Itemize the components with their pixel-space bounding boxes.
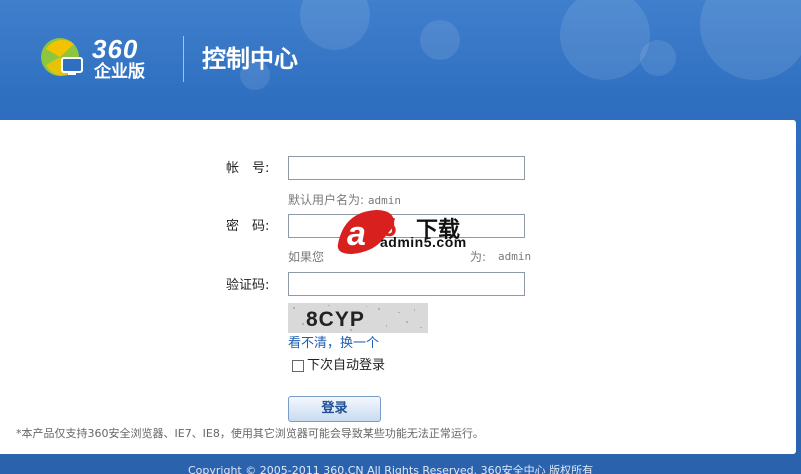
password-hint-prefix: 如果您 [288, 250, 325, 264]
bubble-decor [700, 0, 801, 80]
auto-login-checkbox[interactable] [292, 360, 304, 372]
brand-edition: 企业版 [94, 62, 145, 82]
captcha-text: 8CYP [306, 308, 365, 331]
watermark-site: admin5.com [380, 234, 467, 250]
refresh-captcha-link[interactable]: 看不清，换一个 [288, 336, 379, 352]
bubble-decor [420, 20, 460, 60]
brand-number: 360 [92, 34, 139, 64]
captcha-image[interactable]: 8CYP [288, 303, 428, 333]
bubble-decor [640, 40, 676, 76]
captcha-label: 验证码: [226, 278, 270, 293]
captcha-input[interactable] [288, 272, 525, 296]
browser-notice: *本产品仅支持360安全浏览器、IE7、IE8，使用其它浏览器可能会导致某些功能… [16, 427, 484, 440]
account-input[interactable] [288, 156, 525, 180]
copyright-text: Copyright © 2005-2011 360.CN All Rights … [188, 464, 594, 474]
password-label: 密 码: [226, 219, 270, 234]
auto-login-label: 下次自动登录 [307, 358, 386, 373]
account-label: 帐 号: [226, 161, 270, 176]
bubble-decor [560, 0, 650, 80]
watermark-glyph-a: a [347, 215, 366, 253]
logo-360-icon [41, 38, 83, 76]
bubble-decor [300, 0, 370, 50]
header-banner: 360 企业版 控制中心 [0, 0, 801, 120]
page-title: 控制中心 [202, 45, 298, 73]
header-divider [183, 36, 184, 82]
admin5-watermark: a 5 下载 admin5.com [334, 204, 540, 266]
login-button[interactable]: 登录 [288, 396, 381, 422]
auto-login-option[interactable]: 下次自动登录 [292, 358, 385, 374]
